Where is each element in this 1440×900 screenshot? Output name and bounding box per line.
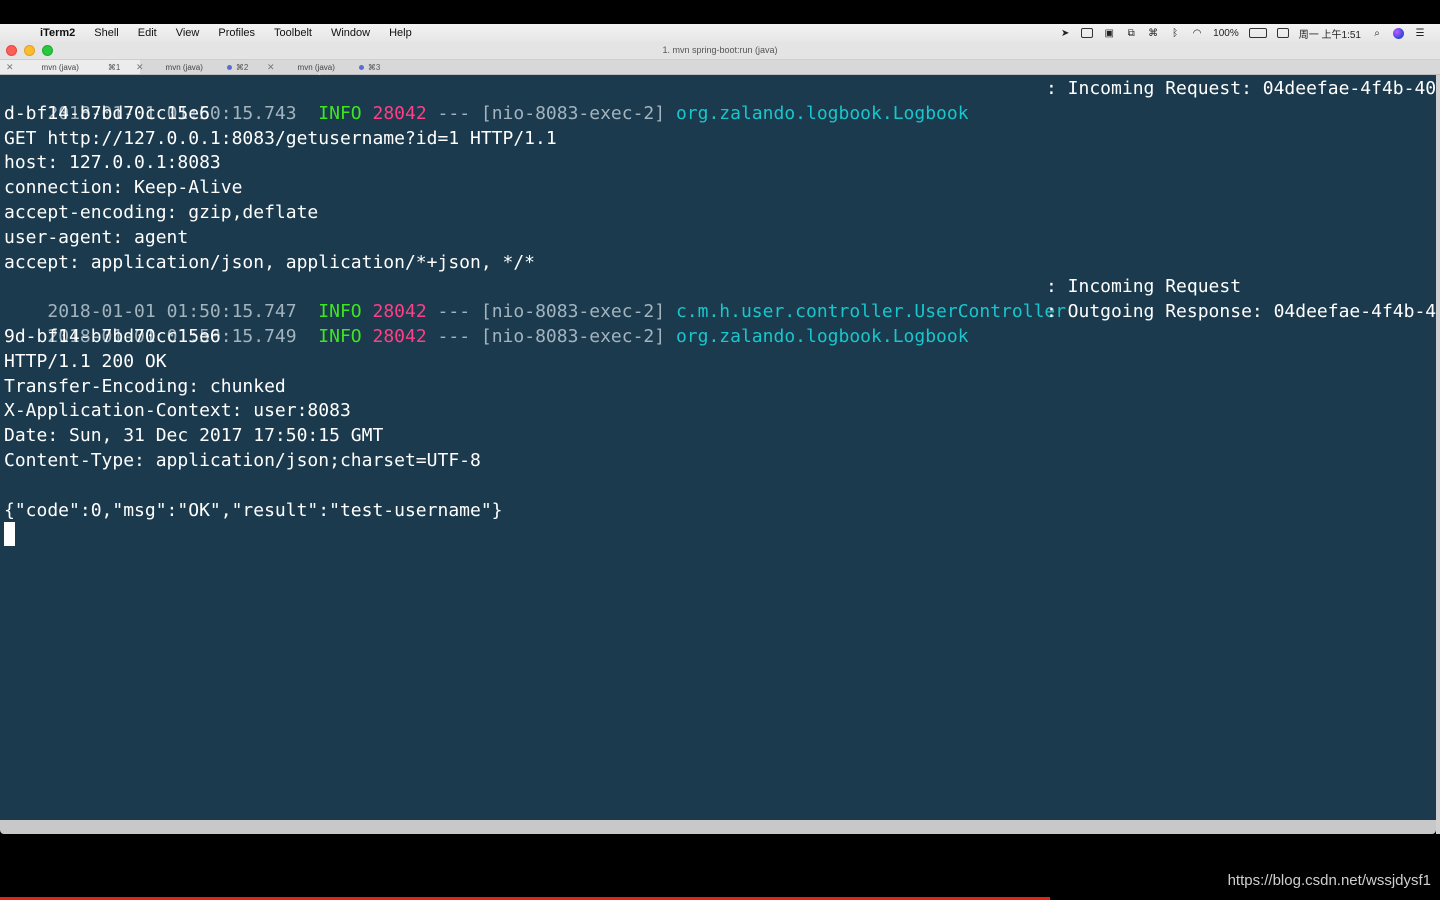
tab-shortcut: ⌘2: [235, 62, 249, 72]
input-method-icon[interactable]: [1276, 28, 1289, 38]
menu-edit[interactable]: Edit: [138, 27, 157, 39]
tab-activity-indicator: [358, 64, 364, 70]
menu-bar-status-area: ➤ ▣ ⧉ ⌘ ᛒ ◠ 100% 周一 上午1:51 ⌕ ☰: [1059, 24, 1426, 42]
terminal-line: d-bf14-b7bd70cc15e6: [4, 102, 210, 124]
window-icon[interactable]: ⧉: [1125, 28, 1137, 39]
terminal-output[interactable]: 2018-01-01 01:50:15.743 INFO 28042 --- […: [0, 75, 1436, 820]
bluetooth-icon[interactable]: ᛒ: [1169, 28, 1181, 39]
window-right-edge: [1436, 75, 1440, 834]
menu-shell[interactable]: Shell: [94, 27, 118, 39]
menu-view[interactable]: View: [176, 27, 200, 39]
terminal-line: Transfer-Encoding: chunked: [4, 375, 286, 397]
terminal-line: {"code":0,"msg":"OK","result":"test-user…: [4, 499, 503, 521]
tab-2[interactable]: ✕ mvn (java) ⌘2: [136, 60, 262, 74]
menu-iterm2[interactable]: iTerm2: [40, 27, 75, 39]
tab-label: mvn (java): [297, 62, 335, 72]
log-level: INFO: [318, 325, 362, 347]
terminal-line: connection: Keep-Alive: [4, 177, 243, 199]
tab-label: mvn (java): [165, 62, 203, 72]
terminal-line: GET http://127.0.0.1:8083/getusername?id…: [4, 127, 557, 149]
menu-help[interactable]: Help: [389, 27, 412, 39]
log-pid: 28042: [372, 102, 427, 124]
spotlight-search-icon[interactable]: ⌕: [1371, 28, 1383, 39]
terminal-line: Date: Sun, 31 Dec 2017 17:50:15 GMT: [4, 425, 384, 447]
terminal-cursor: [4, 522, 15, 546]
menu-window[interactable]: Window: [331, 27, 370, 39]
tab-shortcut: ⌘3: [367, 62, 381, 72]
log-logger: org.zalando.logbook.Logbook: [675, 325, 969, 347]
screen-bottom-border: [0, 834, 1440, 897]
wifi-icon[interactable]: ◠: [1191, 28, 1203, 39]
tab-close-icon[interactable]: ✕: [267, 62, 275, 73]
terminal-line: HTTP/1.1 200 OK: [4, 350, 167, 372]
app-icon[interactable]: ⌘: [1147, 28, 1159, 39]
tab-3[interactable]: ✕ mvn (java) ⌘3: [267, 60, 397, 74]
window-titlebar[interactable]: 1. mvn spring-boot:run (java): [0, 42, 1440, 60]
screen-top-border: [0, 0, 1440, 24]
menu-toolbelt[interactable]: Toolbelt: [274, 27, 312, 39]
tab-close-icon[interactable]: ✕: [136, 62, 144, 73]
siri-icon[interactable]: [1393, 27, 1404, 39]
tab-label: mvn (java): [41, 62, 79, 72]
log-thread: --- [nio-8083-exec-2]: [437, 325, 666, 347]
tab-close-icon[interactable]: ✕: [6, 62, 14, 73]
terminal-line: X-Application-Context: user:8083: [4, 400, 351, 422]
terminal-line: Content-Type: application/json;charset=U…: [4, 450, 481, 471]
tab-shortcut: ⌘1: [107, 62, 121, 72]
window-bottom-edge: [0, 820, 1436, 834]
log-message: : Incoming Request: [1046, 276, 1242, 298]
menu-profiles[interactable]: Profiles: [218, 27, 255, 39]
log-message: : Outgoing Response: 04deefae-4f4b-40: [1046, 301, 1436, 323]
log-pid: 28042: [372, 325, 427, 347]
watermark-text: https://blog.csdn.net/wssjdysf1: [1227, 872, 1431, 889]
terminal-line: accept: application/json, application/*+…: [4, 251, 536, 273]
tab-1[interactable]: ✕ mvn (java) ⌘1: [0, 60, 140, 74]
window-title: 1. mvn spring-boot:run (java): [662, 45, 778, 55]
log-level: INFO: [318, 102, 362, 124]
terminal-line: host: 127.0.0.1:8083: [4, 152, 221, 174]
terminal-line: 9d-bf14-b7bd70cc15e6: [4, 326, 221, 347]
terminal-line: user-agent: agent: [4, 226, 189, 248]
menu-bar-clock[interactable]: 周一 上午1:51: [1299, 26, 1361, 41]
notification-center-icon[interactable]: ☰: [1414, 28, 1426, 39]
log-logger: org.zalando.logbook.Logbook: [675, 102, 969, 124]
tab-bar: ✕ mvn (java) ⌘1 ✕ mvn (java) ⌘2 ✕ mvn (j…: [0, 60, 1440, 75]
battery-icon[interactable]: [1248, 28, 1267, 38]
menu-bar: iTerm2 Shell Edit View Profiles Toolbelt…: [0, 24, 1440, 42]
terminal-line: accept-encoding: gzip,deflate: [4, 202, 319, 223]
log-message: : Incoming Request: 04deefae-4f4b-409: [1046, 78, 1436, 99]
send-icon[interactable]: ➤: [1059, 28, 1071, 39]
clipboard-icon[interactable]: ▣: [1103, 28, 1115, 39]
tab-activity-indicator: [226, 64, 232, 70]
log-thread: --- [nio-8083-exec-2]: [437, 102, 666, 124]
battery-percentage: 100%: [1213, 27, 1239, 39]
screen-record-icon[interactable]: [1081, 28, 1094, 38]
